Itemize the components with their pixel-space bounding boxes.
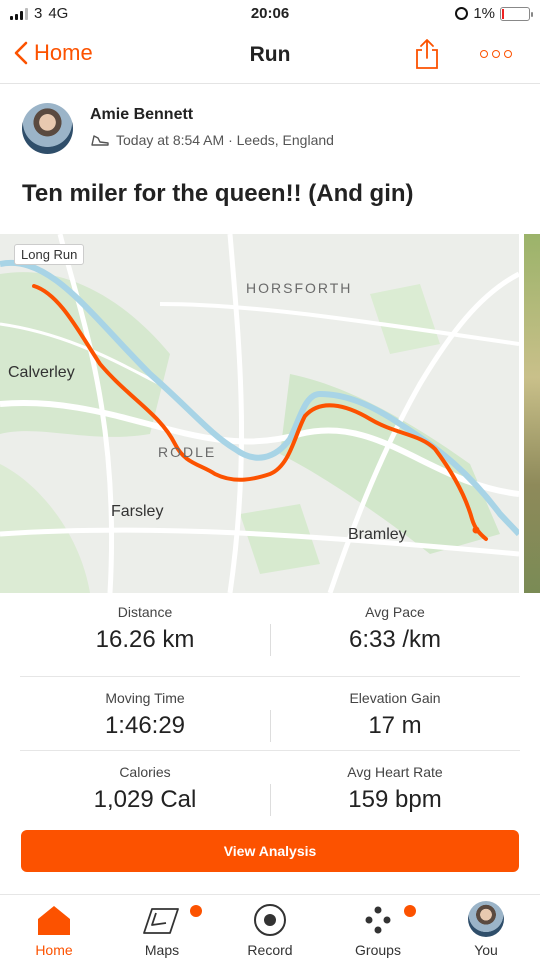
stat-elevation-gain: Elevation Gain 17 m xyxy=(270,690,520,740)
stat-calories: Calories 1,029 Cal xyxy=(20,764,270,814)
stats-row: Moving Time 1:46:29 Elevation Gain 17 m xyxy=(20,690,520,764)
activity-title: Ten miler for the queen!! (And gin) xyxy=(22,180,414,207)
view-analysis-button[interactable]: View Analysis xyxy=(21,830,519,872)
stat-avg-pace: Avg Pace 6:33 /km xyxy=(270,604,520,654)
athlete-name[interactable]: Amie Bennett xyxy=(90,106,193,124)
stat-label: Calories xyxy=(119,764,171,780)
tab-label: You xyxy=(474,942,498,958)
tab-label: Home xyxy=(35,942,73,958)
stat-value: 17 m xyxy=(368,712,422,739)
map-label-horsforth: HORSFORTH xyxy=(246,280,353,296)
notification-dot xyxy=(190,905,202,917)
activity-type-badge: Long Run xyxy=(14,244,85,265)
athlete-avatar[interactable] xyxy=(22,103,73,154)
map-label-calverley: Calverley xyxy=(8,364,75,381)
stat-label: Moving Time xyxy=(105,690,185,706)
record-icon xyxy=(254,904,286,936)
stats-row: Distance 16.26 km Avg Pace 6:33 /km xyxy=(20,604,520,678)
map-label-rodley: RODLE xyxy=(158,444,217,460)
navigation-bar: Home Run xyxy=(0,28,540,84)
battery-percent: 1% xyxy=(473,5,495,22)
stat-label: Elevation Gain xyxy=(349,690,441,706)
tab-home[interactable]: Home xyxy=(0,895,108,960)
tab-record[interactable]: Record xyxy=(216,895,324,960)
status-bar: 3 4G 20:06 1% xyxy=(0,0,540,28)
stat-label: Avg Heart Rate xyxy=(347,764,443,780)
stat-value: 16.26 km xyxy=(95,626,195,653)
shoe-icon xyxy=(91,135,109,146)
maps-icon xyxy=(143,908,179,934)
home-icon xyxy=(38,906,70,935)
stat-label: Avg Pace xyxy=(365,604,425,620)
stats-row: Calories 1,029 Cal Avg Heart Rate 159 bp… xyxy=(20,764,520,838)
tab-label: Maps xyxy=(144,942,180,958)
page-title: Run xyxy=(249,43,291,66)
stat-label: Distance xyxy=(117,604,173,620)
groups-icon xyxy=(365,906,391,934)
stat-value: 6:33 /km xyxy=(348,626,442,653)
divider xyxy=(20,750,520,751)
stat-moving-time: Moving Time 1:46:29 xyxy=(20,690,270,740)
battery-icon xyxy=(500,6,533,21)
more-icon[interactable] xyxy=(480,46,514,62)
avatar xyxy=(468,901,504,937)
stat-distance: Distance 16.26 km xyxy=(20,604,270,654)
tab-label: Record xyxy=(247,942,293,958)
tab-bar: Home Maps Record Groups You xyxy=(0,894,540,960)
activity-photo-preview[interactable] xyxy=(524,234,540,593)
status-right: 1% xyxy=(455,5,533,22)
orientation-lock-icon xyxy=(455,7,469,20)
tab-maps[interactable]: Maps xyxy=(108,895,216,960)
notification-dot xyxy=(404,905,416,917)
divider xyxy=(20,676,520,677)
map-label-farsley: Farsley xyxy=(111,503,164,520)
tab-groups[interactable]: Groups xyxy=(324,895,432,960)
activity-timestamp: Today at 8:54 AM · Leeds, England xyxy=(116,132,334,148)
tab-label: Groups xyxy=(355,942,401,958)
stat-avg-heart-rate: Avg Heart Rate 159 bpm xyxy=(270,764,520,814)
route-map[interactable]: Long Run HORSFORTH Calverley RODLE Farsl… xyxy=(0,234,519,593)
stat-value: 1:46:29 xyxy=(104,712,186,739)
stat-value: 1,029 Cal xyxy=(93,786,197,813)
activity-meta: Today at 8:54 AM · Leeds, England xyxy=(90,132,334,148)
share-icon[interactable] xyxy=(414,38,440,70)
tab-you[interactable]: You xyxy=(432,895,540,960)
stat-value: 159 bpm xyxy=(348,786,442,813)
map-label-bramley: Bramley xyxy=(348,526,407,543)
